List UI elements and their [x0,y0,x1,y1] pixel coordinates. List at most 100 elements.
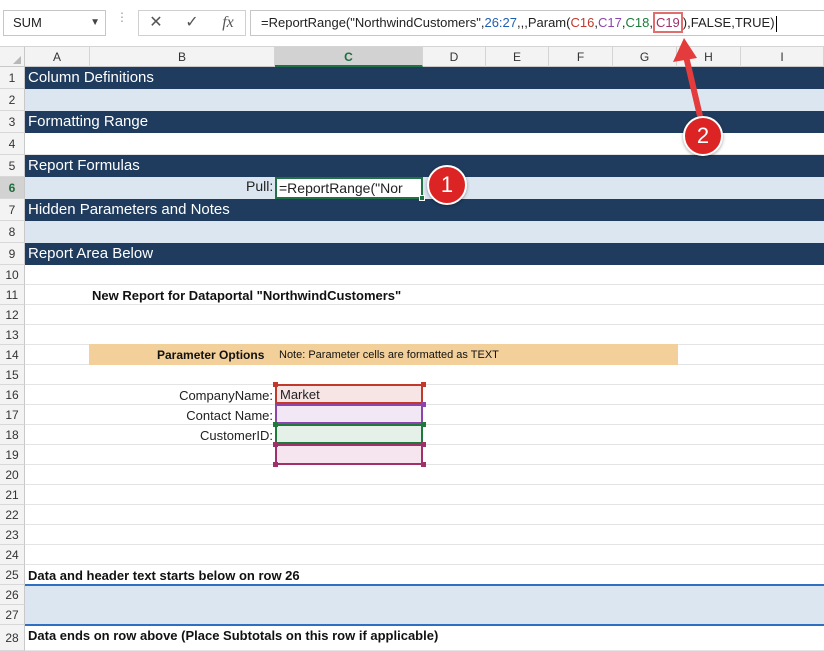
pull-label: Pull: [246,178,274,194]
active-cell-c6[interactable]: =ReportRange("Nor [275,177,423,199]
column-header-d[interactable]: D [423,47,486,67]
section-band-row9: Report Area Below [25,243,824,265]
column-header-row: ABCDEFGHI [0,47,824,67]
column-header-f[interactable]: F [549,47,613,67]
grid-line [25,304,824,305]
row-header-7[interactable]: 7 [0,199,25,221]
data-range-border [25,584,824,586]
row-header-4[interactable]: 4 [0,133,25,155]
row-header-20[interactable]: 20 [0,465,25,485]
column-header-i[interactable]: I [741,47,824,67]
data-range-border [25,624,824,626]
row-header-14[interactable]: 14 [0,345,25,365]
insert-function-icon[interactable]: fx [213,10,243,36]
fill-handle[interactable] [419,195,425,201]
grid-line [25,564,824,565]
enter-icon[interactable]: ✓ [177,10,207,36]
row-header-15[interactable]: 15 [0,365,25,385]
range-handle[interactable] [273,462,278,467]
row-header-24[interactable]: 24 [0,545,25,565]
label-contact-name: Contact Name: [186,408,273,423]
range-handle[interactable] [421,382,426,387]
row-header-26[interactable]: 26 [0,585,25,605]
formula-ref-c19: C19 [652,12,683,33]
range-handle[interactable] [273,442,278,447]
section-band-row1: Column Definitions [25,67,824,89]
param-cell-c16[interactable]: Market [275,384,423,404]
row-header-3[interactable]: 3 [0,111,25,133]
section-band-row7: Hidden Parameters and Notes [25,199,824,221]
grid-line [25,284,824,285]
range-handle[interactable] [421,442,426,447]
row-header-12[interactable]: 12 [0,305,25,325]
select-all-icon [13,56,21,64]
formula-token: C16 [570,15,595,30]
chevron-down-icon[interactable]: ▼ [90,11,100,35]
formula-token: C17 [597,15,622,30]
param-cell-c19[interactable] [275,444,423,465]
excel-window: SUM ▼ ⋮ ✕ ✓ fx =ReportRange("NorthwindCu… [0,0,824,651]
label-customer-id: CustomerID: [200,428,273,443]
grid-line [25,524,824,525]
row-header-10[interactable]: 10 [0,265,25,285]
row-header-18[interactable]: 18 [0,425,25,445]
column-header-c[interactable]: C [275,47,423,67]
parameter-note: Note: Parameter cells are formatted as T… [279,349,499,361]
formula-token: ),FALSE,TRUE) [682,15,775,30]
row-header-13[interactable]: 13 [0,325,25,345]
report-title: New Report for Dataportal "NorthwindCust… [92,288,402,303]
formula-token: 26:27 [484,15,518,30]
column-header-h[interactable]: H [677,47,741,67]
formula-token: C18 [625,15,650,30]
text-cursor [775,15,777,32]
row-header-2[interactable]: 2 [0,89,25,111]
column-header-g[interactable]: G [613,47,677,67]
param-cell-c18[interactable] [275,424,423,444]
row28-note: Data ends on row above (Place Subtotals … [28,628,439,643]
param-cell-c17[interactable] [275,404,423,424]
row-header-25[interactable]: 25 [0,565,25,585]
grid-line [25,544,824,545]
formula-bar: SUM ▼ ⋮ ✕ ✓ fx =ReportRange("NorthwindCu… [0,0,824,47]
row-header-27[interactable]: 27 [0,605,25,625]
label-company-name: CompanyName: [179,388,273,403]
row-header-23[interactable]: 23 [0,525,25,545]
cancel-icon[interactable]: ✕ [141,10,171,36]
row-header-11[interactable]: 11 [0,285,25,305]
row-header-5[interactable]: 5 [0,155,25,177]
row-header-9[interactable]: 9 [0,243,25,265]
light-band-row8 [25,221,824,243]
light-band-row2 [25,89,824,111]
range-handle[interactable] [273,382,278,387]
row-header-28[interactable]: 28 [0,625,25,651]
column-header-e[interactable]: E [486,47,549,67]
annotation-badge-2: 2 [683,116,723,156]
row-header-6[interactable]: 6 [0,177,25,199]
name-box[interactable]: SUM ▼ [3,10,106,36]
row25-note: Data and header text starts below on row… [28,568,300,583]
row-header-19[interactable]: 19 [0,445,25,465]
grid-line [25,504,824,505]
company-name-value: Market [280,387,320,402]
range-handle[interactable] [421,462,426,467]
row-header-16[interactable]: 16 [0,385,25,405]
formula-token: =ReportRange("NorthwindCustomers", [261,15,485,30]
formula-input[interactable]: =ReportRange("NorthwindCustomers",26:27,… [250,10,824,36]
column-header-b[interactable]: B [90,47,275,67]
range-handle[interactable] [421,402,426,407]
row-header-17[interactable]: 17 [0,405,25,425]
light-band-row27 [25,605,824,625]
row-header-1[interactable]: 1 [0,67,25,89]
formula-token: ,,,Param( [517,15,571,30]
section-band-row5: Report Formulas [25,155,824,177]
row-header-22[interactable]: 22 [0,505,25,525]
range-handle[interactable] [273,422,278,427]
row-header-21[interactable]: 21 [0,485,25,505]
column-header-a[interactable]: A [25,47,90,67]
light-band-row26 [25,585,824,605]
drag-grip-icon[interactable]: ⋮ [116,11,128,32]
row-header-8[interactable]: 8 [0,221,25,243]
select-all-button[interactable] [0,47,25,67]
grid-line [25,484,824,485]
range-handle[interactable] [421,422,426,427]
